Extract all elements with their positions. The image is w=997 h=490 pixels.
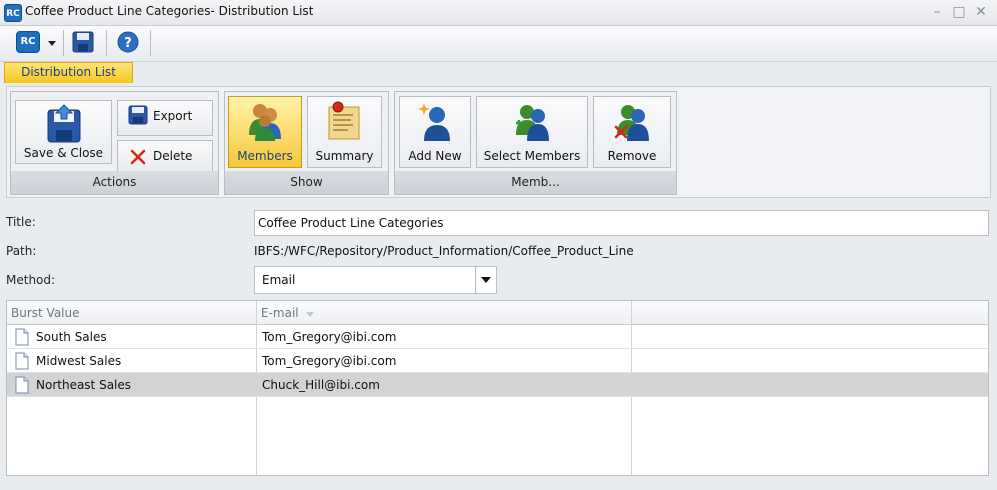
summary-icon <box>328 101 360 140</box>
actions-group: Save & Close Export Delete Actions <box>10 91 219 195</box>
window-title-bar: RC Coffee Product Line Categories- Distr… <box>0 0 997 26</box>
select-members-icon <box>516 105 549 141</box>
document-icon <box>15 328 29 346</box>
document-icon <box>15 352 29 370</box>
title-input[interactable]: Coffee Product Line Categories <box>254 210 989 236</box>
select-members-label: Select Members <box>483 149 581 163</box>
ribbon: Save & Close Export Delete Actions Membe… <box>6 86 991 198</box>
minimize-icon[interactable]: – <box>929 5 945 21</box>
table-row[interactable]: South Sales Tom_Gregory@ibi.com <box>7 325 988 349</box>
summary-label: Summary <box>315 149 374 163</box>
method-select[interactable]: Email <box>254 266 497 294</box>
tab-distribution-list[interactable]: Distribution List <box>4 62 133 83</box>
remove-icon <box>614 105 649 141</box>
select-members-button[interactable]: Select Members <box>476 96 588 168</box>
remove-button[interactable]: Remove <box>593 96 671 168</box>
burst-value-cell: Midwest Sales <box>36 354 122 368</box>
add-new-icon <box>418 103 450 141</box>
rc-menu-button[interactable]: RC <box>14 29 60 57</box>
show-group-label: Show <box>225 171 388 194</box>
burst-value-cell: South Sales <box>36 330 107 344</box>
grid-header: Burst Value E-mail <box>7 301 988 325</box>
column-header-email-label: E-mail <box>261 306 299 320</box>
method-select-value: Email <box>262 273 296 287</box>
show-group: Members Summary Show <box>224 91 389 195</box>
summary-button[interactable]: Summary <box>307 96 382 168</box>
rc-logo-icon: RC <box>16 31 40 53</box>
members-label: Members <box>237 149 293 163</box>
email-cell: Tom_Gregory@ibi.com <box>262 330 397 344</box>
help-button[interactable]: ? <box>117 29 141 57</box>
actions-group-label: Actions <box>11 171 218 194</box>
toolbar-separator <box>150 30 151 56</box>
delete-button[interactable]: Delete <box>117 140 213 172</box>
maximize-icon[interactable]: □ <box>951 5 967 21</box>
method-label: Method: <box>6 273 56 287</box>
save-close-button[interactable]: Save & Close <box>15 100 112 164</box>
app-icon: RC <box>4 4 22 22</box>
remove-label: Remove <box>607 149 657 163</box>
toolbar-separator <box>106 30 107 56</box>
help-icon: ? <box>117 31 139 53</box>
save-button[interactable] <box>72 29 96 57</box>
save-close-icon <box>47 104 81 143</box>
toolbar-separator <box>63 30 64 56</box>
path-value: IBFS:/WFC/Repository/Product_Information… <box>254 244 634 258</box>
svg-text:?: ? <box>124 36 132 51</box>
close-icon[interactable]: ✕ <box>973 5 989 21</box>
export-icon <box>128 105 148 125</box>
members-group-label: Memb... <box>395 171 676 194</box>
save-icon <box>72 31 94 53</box>
title-label: Title: <box>6 215 36 229</box>
table-row-selected[interactable]: Northeast Sales Chuck_Hill@ibi.com <box>7 373 988 397</box>
quick-access-toolbar: RC ? <box>0 26 997 62</box>
chevron-down-icon[interactable] <box>475 267 496 293</box>
email-cell: Tom_Gregory@ibi.com <box>262 354 397 368</box>
chevron-down-icon <box>48 41 56 46</box>
export-label: Export <box>153 109 193 123</box>
delete-label: Delete <box>153 149 193 163</box>
add-new-button[interactable]: Add New <box>399 96 471 168</box>
export-button[interactable]: Export <box>117 100 213 136</box>
path-label: Path: <box>6 244 37 258</box>
document-icon <box>15 376 29 394</box>
save-close-label: Save & Close <box>23 146 104 160</box>
members-icon <box>249 104 281 141</box>
delete-icon <box>130 149 146 165</box>
table-row[interactable]: Midwest Sales Tom_Gregory@ibi.com <box>7 349 988 373</box>
email-cell: Chuck_Hill@ibi.com <box>262 378 380 392</box>
burst-value-cell: Northeast Sales <box>36 378 132 392</box>
column-header-burst-value[interactable]: Burst Value <box>7 301 80 325</box>
column-header-email[interactable]: E-mail <box>257 301 315 325</box>
distribution-grid: Burst Value E-mail South Sales Tom_Grego… <box>6 300 989 476</box>
add-new-label: Add New <box>408 149 462 163</box>
sort-chevron-icon <box>306 312 315 317</box>
window-title: Coffee Product Line Categories- Distribu… <box>25 4 314 18</box>
members-group: Add New Select Members Remove Memb... <box>394 91 677 195</box>
members-button[interactable]: Members <box>228 96 302 168</box>
